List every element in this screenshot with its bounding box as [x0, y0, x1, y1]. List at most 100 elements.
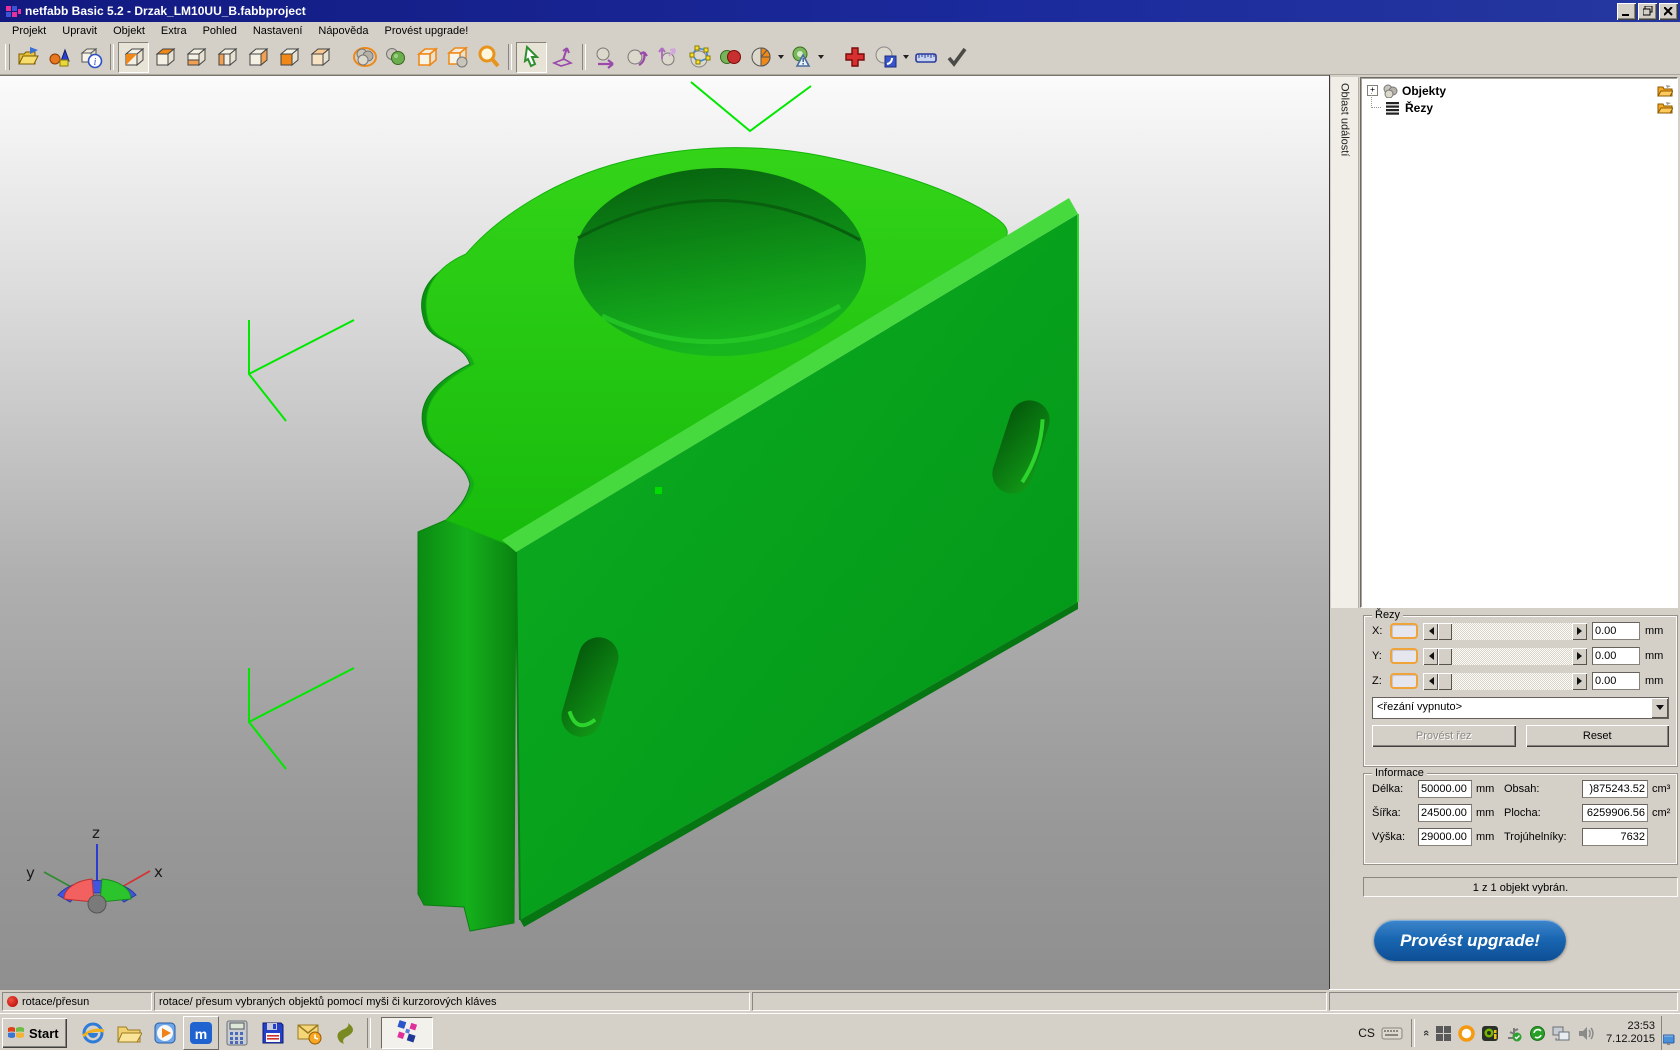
media-player-launcher[interactable]: [147, 1016, 183, 1050]
language-indicator[interactable]: CS: [1358, 1026, 1375, 1040]
cursor-icon: [520, 45, 544, 69]
events-area-tab[interactable]: Oblast událostí: [1331, 77, 1359, 608]
view-top-button[interactable]: [149, 42, 180, 73]
move-part-button[interactable]: [590, 42, 621, 73]
save-launcher[interactable]: [255, 1016, 291, 1050]
cut-x-slider[interactable]: [1423, 623, 1587, 640]
cut-z-slider[interactable]: [1423, 673, 1587, 690]
part-info-button[interactable]: i: [75, 42, 106, 73]
view-bottom-button[interactable]: [180, 42, 211, 73]
menu-projekt[interactable]: Projekt: [4, 23, 54, 39]
orange-ring-icon[interactable]: [1458, 1025, 1475, 1042]
select-cursor-button[interactable]: [516, 42, 547, 73]
calculator-launcher[interactable]: [219, 1016, 255, 1050]
add-part-button[interactable]: [44, 42, 75, 73]
cut-z-slider-thumb[interactable]: [1438, 673, 1452, 690]
maxthon-launcher[interactable]: m: [183, 1016, 219, 1050]
cut-z-value[interactable]: [1592, 672, 1640, 690]
cut-z-toggle[interactable]: [1390, 673, 1418, 689]
cut-x-slider-left[interactable]: [1423, 623, 1438, 640]
windows-update-icon[interactable]: [1435, 1025, 1452, 1042]
toolbar-grip[interactable]: [5, 44, 10, 70]
cut-y-slider-thumb[interactable]: [1438, 648, 1452, 665]
nvidia-icon[interactable]: [1481, 1025, 1499, 1042]
load-cuts-folder-icon[interactable]: [1657, 101, 1673, 114]
network-status-icon[interactable]: [1552, 1025, 1571, 1042]
cut-dropdown[interactable]: [901, 43, 910, 72]
parts-group-button[interactable]: [349, 42, 380, 73]
netfabb-app-icon: [5, 4, 22, 19]
green-ball-icon[interactable]: [1529, 1025, 1546, 1042]
menu-upravit[interactable]: Upravit: [54, 23, 105, 39]
viewport-3d[interactable]: z y x: [0, 75, 1329, 990]
explorer-launcher[interactable]: [111, 1016, 147, 1050]
cut-z-slider-right[interactable]: [1572, 673, 1587, 690]
tree-item-objects[interactable]: + Objekty: [1361, 82, 1677, 99]
slice-view-dropdown[interactable]: [776, 43, 785, 72]
keyboard-icon[interactable]: [1381, 1025, 1403, 1041]
selected-part-button[interactable]: [380, 42, 411, 73]
show-desktop-button[interactable]: [1661, 1016, 1677, 1050]
menu-extra[interactable]: Extra: [153, 23, 195, 39]
view-iso-button[interactable]: [118, 42, 149, 73]
close-button[interactable]: [1659, 3, 1678, 20]
repair-part-button[interactable]: [839, 42, 870, 73]
menu-pohled[interactable]: Pohled: [195, 23, 245, 39]
minimize-button[interactable]: [1617, 3, 1636, 20]
tree-item-cuts[interactable]: Řezy: [1361, 99, 1677, 116]
sphere-green-icon: [384, 45, 408, 69]
outlook-launcher[interactable]: [291, 1016, 327, 1050]
volume-unit: cm³: [1652, 783, 1678, 795]
ie-launcher[interactable]: [75, 1016, 111, 1050]
cut-x-value[interactable]: [1592, 622, 1640, 640]
start-button[interactable]: Start: [2, 1018, 67, 1048]
menu-nastaveni[interactable]: Nastavení: [245, 23, 311, 39]
analysis-dropdown[interactable]: [816, 43, 825, 72]
analysis-button[interactable]: [785, 42, 816, 73]
compare-parts-button[interactable]: [714, 42, 745, 73]
view-front-button[interactable]: [273, 42, 304, 73]
usb-safely-remove-icon[interactable]: [1505, 1025, 1523, 1042]
open-project-button[interactable]: [13, 42, 44, 73]
view-right-button[interactable]: [242, 42, 273, 73]
lasso-select-button[interactable]: [547, 42, 578, 73]
bounding-box-button[interactable]: [411, 42, 442, 73]
platform-button[interactable]: [442, 42, 473, 73]
edit-mesh-button[interactable]: [683, 42, 714, 73]
menu-upgrade[interactable]: Provést upgrade!: [377, 23, 477, 39]
cut-x-slider-right[interactable]: [1572, 623, 1587, 640]
view-left-button[interactable]: [211, 42, 242, 73]
cut-y-toggle[interactable]: [1390, 648, 1418, 664]
view-back-button[interactable]: [304, 42, 335, 73]
execute-cut-button[interactable]: Provést řez: [1372, 725, 1516, 747]
load-objects-folder-icon[interactable]: [1657, 84, 1673, 97]
checkmark-icon: [945, 45, 969, 69]
volume-icon[interactable]: [1577, 1025, 1596, 1042]
area-label: Plocha:: [1504, 807, 1578, 819]
tray-expand-chevron[interactable]: «: [1420, 1030, 1432, 1036]
validate-button[interactable]: [941, 42, 972, 73]
menu-objekt[interactable]: Objekt: [105, 23, 153, 39]
tray-clock[interactable]: 23:53 7.12.2015: [1606, 1020, 1655, 1046]
cut-x-toggle[interactable]: [1390, 623, 1418, 639]
restore-button[interactable]: [1638, 3, 1657, 20]
measure-button[interactable]: [910, 42, 941, 73]
cut-x-slider-thumb[interactable]: [1438, 623, 1452, 640]
cut-part-button[interactable]: [870, 42, 901, 73]
reset-cut-button[interactable]: Reset: [1526, 725, 1670, 747]
slice-view-button[interactable]: [745, 42, 776, 73]
scale-part-button[interactable]: [652, 42, 683, 73]
cut-mode-select[interactable]: <řezání vypnuto>: [1372, 697, 1669, 719]
spybot-launcher[interactable]: [327, 1016, 363, 1050]
cut-y-value[interactable]: [1592, 647, 1640, 665]
combo-dropdown-button[interactable]: [1651, 698, 1668, 718]
cut-y-slider-right[interactable]: [1572, 648, 1587, 665]
netfabb-taskbar-button[interactable]: [381, 1017, 433, 1049]
cut-z-slider-left[interactable]: [1423, 673, 1438, 690]
zoom-button[interactable]: [473, 42, 504, 73]
cut-y-slider[interactable]: [1423, 648, 1587, 665]
rotate-part-button[interactable]: [621, 42, 652, 73]
upgrade-button[interactable]: Provést upgrade!: [1374, 920, 1566, 961]
menu-napoveda[interactable]: Nápověda: [310, 23, 376, 39]
cut-y-slider-left[interactable]: [1423, 648, 1438, 665]
